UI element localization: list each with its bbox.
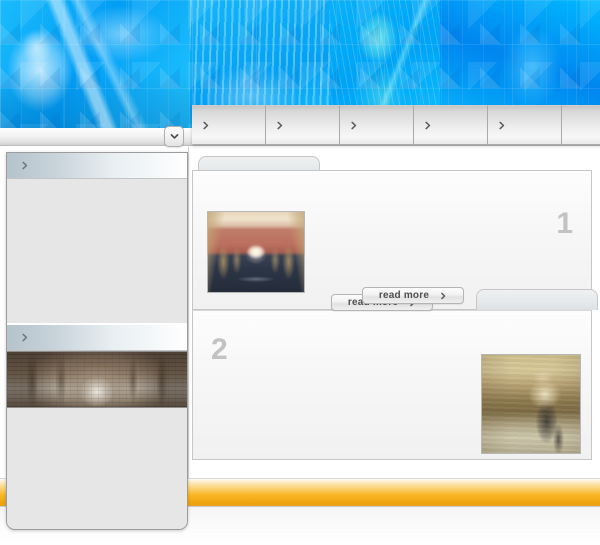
image-stone-tunnel [7, 351, 187, 408]
sidebar-panel-2-body [7, 408, 187, 529]
sidebar-panel-1-header[interactable] [7, 153, 187, 179]
app-root: 1 read more 2 read more [0, 0, 600, 545]
panel-1-number: 1 [556, 207, 573, 240]
read-more-button-2[interactable]: read more [362, 287, 464, 304]
content-panel-2: 2 [192, 310, 592, 460]
left-sidebar [6, 152, 188, 530]
menu-item-2[interactable] [266, 105, 340, 144]
panel-2-tab[interactable] [476, 289, 598, 310]
sidebar-panel-2 [7, 325, 187, 529]
sidebar-panel-1 [7, 153, 187, 323]
read-more-label-2: read more [378, 290, 430, 301]
panel-2-number: 2 [211, 333, 228, 366]
menu-item-5[interactable] [488, 105, 562, 144]
menu-item-4[interactable] [414, 105, 488, 144]
chevron-right-icon [351, 121, 357, 129]
image-running-person [481, 354, 581, 454]
image-corridor-interior [207, 211, 305, 293]
chevron-right-icon [441, 292, 446, 299]
chevron-right-icon [22, 333, 28, 342]
sidebar-panel-1-body [7, 179, 187, 323]
chevron-right-icon [203, 121, 209, 129]
chevron-right-icon [499, 121, 505, 129]
menu-item-3[interactable] [340, 105, 414, 144]
main-menu-bar [192, 105, 600, 144]
chevron-right-icon [425, 121, 431, 129]
chevron-right-icon [22, 161, 28, 170]
main-content: 1 read more 2 read more [192, 156, 598, 460]
chevron-right-icon [277, 121, 283, 129]
banner-toggle-button[interactable] [164, 126, 184, 147]
menu-item-6[interactable] [562, 105, 600, 144]
sidebar-panel-2-header[interactable] [7, 325, 187, 351]
menu-item-1[interactable] [192, 105, 266, 144]
chevron-down-icon [170, 134, 178, 139]
